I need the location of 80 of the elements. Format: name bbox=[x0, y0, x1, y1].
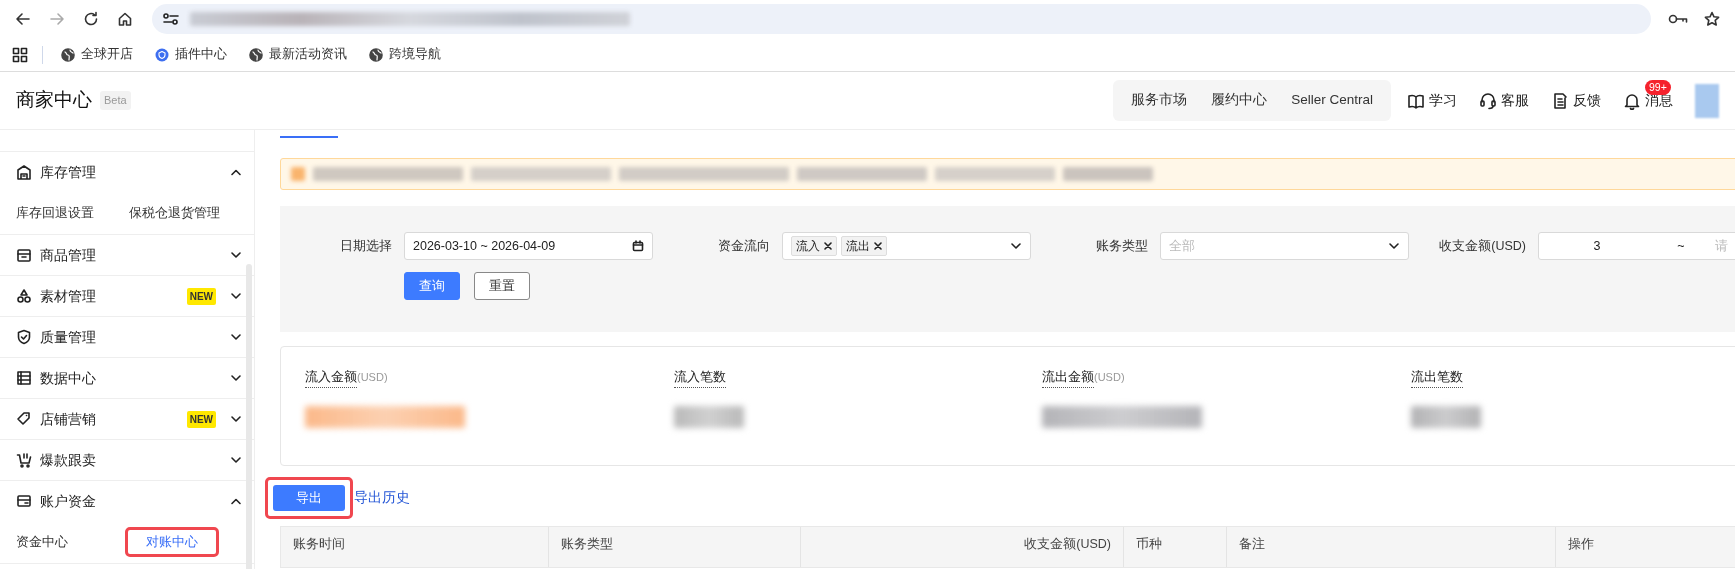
shield-check-icon bbox=[155, 47, 169, 62]
box-icon bbox=[16, 247, 32, 263]
filter-label: 账务类型 bbox=[1095, 237, 1149, 255]
filter-label: 日期选择 bbox=[339, 237, 393, 255]
app-title: 商家中心 bbox=[16, 88, 92, 113]
sidebar-group[interactable]: 商品管理 bbox=[16, 235, 242, 275]
filter-label: 资金流向 bbox=[717, 237, 771, 255]
chevron-down-icon bbox=[1388, 242, 1400, 250]
home-icon bbox=[117, 11, 133, 27]
close-icon[interactable] bbox=[824, 242, 832, 250]
header-action-button[interactable]: 学习 bbox=[1407, 90, 1457, 111]
warehouse-icon bbox=[16, 164, 32, 180]
column-header: 币种 bbox=[1124, 527, 1227, 567]
sidebar-link[interactable]: 库存回退设置 bbox=[16, 200, 129, 226]
stat-label: 流出笔数 bbox=[1410, 367, 1463, 388]
stat-label: 流出金额 bbox=[1042, 367, 1094, 388]
new-tag: NEW bbox=[186, 287, 216, 305]
redacted-text bbox=[291, 167, 305, 181]
header-action-button[interactable]: 反馈 bbox=[1551, 90, 1601, 111]
sidebar-group[interactable]: 数据中心 bbox=[16, 358, 242, 398]
reset-button[interactable]: 重置 bbox=[474, 272, 530, 300]
column-header: 账务类型 bbox=[549, 527, 801, 567]
globe-icon bbox=[249, 47, 263, 62]
export-history-link[interactable]: 导出历史 bbox=[354, 487, 410, 509]
date-range-field[interactable]: 2026-03-10 ~ 2026-04-09 bbox=[404, 232, 653, 260]
cart-icon bbox=[16, 452, 32, 468]
sidebar-group[interactable]: 素材管理 NEW bbox=[16, 276, 242, 316]
filter-label: 收支金额(USD) bbox=[1438, 237, 1527, 255]
forward-icon bbox=[49, 11, 65, 27]
table-icon bbox=[16, 370, 32, 386]
header-nav-link[interactable]: 服务市场 bbox=[1119, 86, 1200, 115]
beta-badge: Beta bbox=[100, 91, 131, 110]
header-nav-link[interactable]: Seller Central bbox=[1279, 86, 1385, 115]
key-icon bbox=[1668, 12, 1688, 26]
multi-select-field[interactable]: 流入 流出 bbox=[782, 232, 1031, 260]
search-button[interactable]: 查询 bbox=[404, 272, 460, 300]
sidebar-group[interactable]: 爆款跟卖 bbox=[16, 440, 242, 480]
shield-check-icon bbox=[16, 329, 32, 345]
sidebar-group[interactable]: 库存管理 bbox=[16, 152, 242, 192]
globe-icon bbox=[369, 47, 383, 62]
stat-label: 流入金额 bbox=[305, 367, 357, 388]
document-edit-icon bbox=[1551, 91, 1569, 110]
globe-icon bbox=[61, 47, 75, 62]
bookmark-link[interactable]: 最新活动资讯 bbox=[245, 43, 351, 66]
column-header: 账务时间 bbox=[281, 527, 549, 567]
shapes-icon bbox=[16, 288, 32, 304]
column-header: 备注 bbox=[1227, 527, 1556, 567]
stat-unit: (USD) bbox=[1094, 371, 1125, 383]
notification-count-badge: 99+ bbox=[1645, 80, 1671, 95]
header-nav-link[interactable]: 履约中心 bbox=[1199, 86, 1280, 115]
headset-icon bbox=[1479, 91, 1497, 110]
column-header: 操作 bbox=[1556, 527, 1735, 567]
back-icon bbox=[15, 11, 31, 27]
tune-icon bbox=[162, 12, 180, 26]
sidebar-link[interactable]: 保税仓退货管理 bbox=[129, 200, 242, 226]
selected-tag: 流出 bbox=[841, 236, 887, 256]
selected-tag: 流入 bbox=[791, 236, 837, 256]
active-tab-indicator bbox=[280, 136, 338, 138]
tag-icon bbox=[16, 411, 32, 427]
bell-icon bbox=[1623, 91, 1641, 110]
new-tag: NEW bbox=[186, 410, 216, 428]
column-header: 收支金额(USD) bbox=[801, 527, 1124, 567]
star-icon bbox=[1704, 11, 1720, 27]
apps-grid-icon[interactable] bbox=[12, 46, 28, 63]
sidebar-group[interactable]: 质量管理 bbox=[16, 317, 242, 357]
bookmark-link[interactable]: 跨境导航 bbox=[365, 43, 445, 66]
calendar-icon bbox=[632, 240, 644, 252]
sidebar-group[interactable]: 店铺营销 NEW bbox=[16, 399, 242, 439]
reload-icon bbox=[83, 11, 99, 27]
bookmark-link[interactable]: 全球开店 bbox=[57, 43, 137, 66]
bookmark-link[interactable]: 插件中心 bbox=[151, 43, 231, 66]
stat-unit: (USD) bbox=[357, 371, 388, 383]
chevron-down-icon bbox=[1010, 242, 1022, 250]
export-button[interactable]: 导出 bbox=[273, 485, 345, 511]
header-action-button[interactable]: 客服 bbox=[1479, 90, 1529, 111]
amount-range-field[interactable]: 3 ~ 请 bbox=[1538, 232, 1735, 260]
stat-label: 流入笔数 bbox=[673, 367, 726, 388]
card-icon bbox=[16, 493, 32, 509]
sidebar-group[interactable]: 账户资金 bbox=[16, 481, 242, 521]
close-icon[interactable] bbox=[874, 242, 882, 250]
